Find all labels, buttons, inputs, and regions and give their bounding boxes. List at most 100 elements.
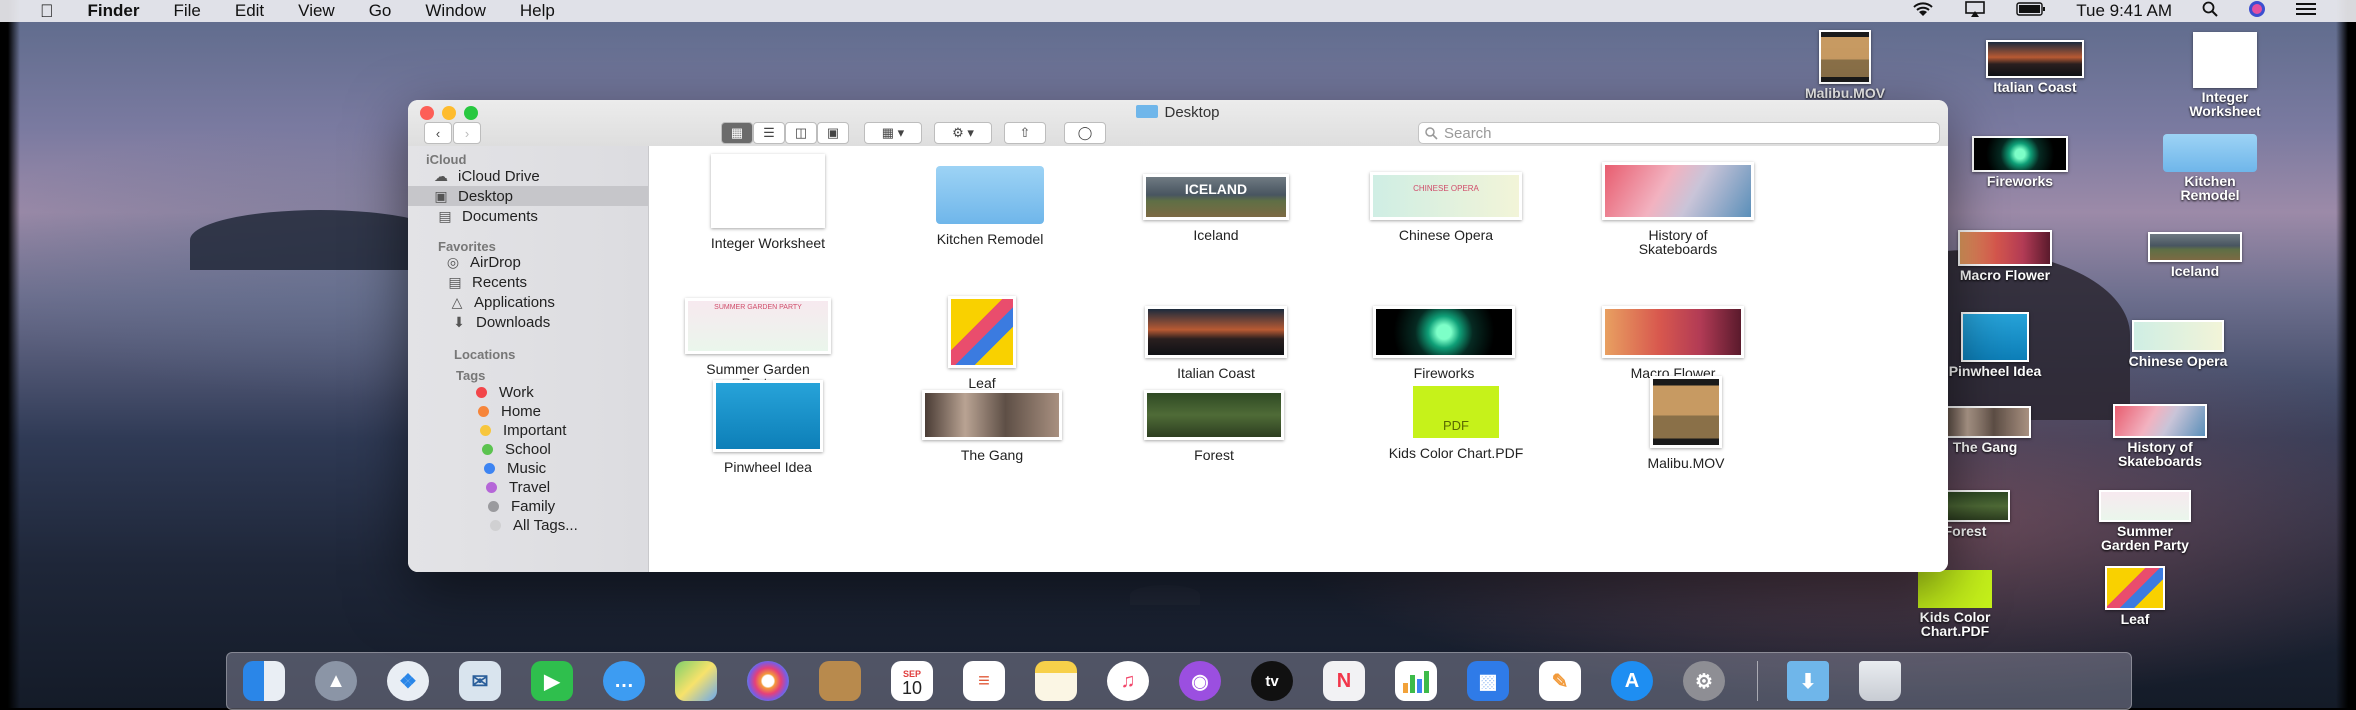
desktop-icon-history-of-skateboards[interactable]: History of Skateboards — [2100, 404, 2220, 468]
menu-edit[interactable]: Edit — [235, 1, 264, 21]
sidebar-item-label: Work — [499, 383, 534, 401]
system-preferences-icon[interactable]: ⚙ — [1683, 661, 1725, 701]
calendar-icon[interactable]: SEP 10 — [891, 661, 933, 701]
facetime-icon[interactable]: ▶ — [531, 661, 573, 701]
contacts-icon[interactable] — [819, 661, 861, 701]
sidebar-item-label: AirDrop — [470, 253, 521, 271]
file-thumbnail — [948, 296, 1016, 368]
sidebar-item-documents[interactable]: ▤ Documents — [408, 206, 648, 226]
desktop-icon-italian-coast[interactable]: Italian Coast — [1975, 40, 2095, 94]
keynote-icon[interactable]: ▩ — [1467, 661, 1509, 701]
mail-icon[interactable]: ✉ — [459, 661, 501, 701]
spotlight-icon[interactable] — [2202, 1, 2218, 22]
file-macro-flower[interactable]: Macro Flower — [1583, 306, 1763, 380]
apple-menu-icon[interactable]:  — [40, 1, 54, 22]
group-button[interactable]: ▦ ▾ — [864, 122, 922, 144]
desktop-icon-summer-garden-party[interactable]: Summer Garden Party — [2085, 490, 2205, 552]
action-gear-icon[interactable]: ⚙ ▾ — [934, 122, 992, 144]
sidebar-tag-work[interactable]: Work — [476, 382, 534, 402]
sidebar-tag-music[interactable]: Music — [484, 458, 546, 478]
forward-button[interactable]: › — [453, 122, 481, 144]
pages-icon[interactable]: ✎ — [1539, 661, 1581, 701]
sidebar-item-applications[interactable]: △ Applications — [448, 292, 555, 312]
desktop-icon-kids-color-chart[interactable]: Kids Color Chart.PDF — [1895, 570, 2015, 638]
notes-icon[interactable] — [1035, 661, 1077, 701]
sidebar-tag-home[interactable]: Home — [478, 401, 541, 421]
file-chinese-opera[interactable]: CHINESE OPERA Chinese Opera — [1356, 172, 1536, 242]
desktop-icon-label: Italian Coast — [1993, 79, 2077, 95]
folder-icon — [2163, 134, 2257, 172]
downloads-folder-icon[interactable]: ⬇ — [1787, 661, 1829, 701]
share-icon[interactable]: ⇧ — [1004, 122, 1046, 144]
sidebar-tag-important[interactable]: Important — [480, 420, 566, 440]
battery-icon[interactable] — [2016, 1, 2046, 21]
desktop-icon-integer-worksheet[interactable]: Integer Worksheet — [2165, 32, 2285, 118]
file-the-gang[interactable]: The Gang — [902, 390, 1082, 462]
notification-center-icon[interactable] — [2296, 1, 2316, 21]
file-fireworks[interactable]: Fireworks — [1354, 306, 1534, 380]
maps-icon[interactable] — [675, 661, 717, 701]
app-store-icon[interactable]: A — [1611, 661, 1653, 701]
file-kids-color-chart-pdf[interactable]: PDF Kids Color Chart.PDF — [1366, 386, 1546, 460]
music-icon[interactable]: ♫ — [1107, 661, 1149, 701]
file-history-of-skateboards[interactable]: History of Skateboards — [1588, 162, 1768, 256]
desktop-icon-pinwheel-idea[interactable]: Pinwheel Idea — [1935, 312, 2055, 378]
desktop-icon-chinese-opera[interactable]: Chinese Opera — [2118, 320, 2238, 368]
sidebar-tag-all-tags[interactable]: All Tags... — [490, 515, 578, 535]
sidebar-tag-family[interactable]: Family — [488, 496, 555, 516]
messages-icon[interactable]: … — [603, 661, 645, 701]
file-integer-worksheet[interactable]: Integer Worksheet — [678, 154, 858, 250]
finder-icon[interactable] — [243, 661, 285, 701]
sidebar-item-label: School — [505, 440, 551, 458]
file-kitchen-remodel[interactable]: Kitchen Remodel — [900, 166, 1080, 246]
clock-icon: ▤ — [448, 274, 462, 290]
desktop-icon-macro-flower[interactable]: Macro Flower — [1945, 230, 2065, 282]
search-field[interactable]: Search — [1418, 122, 1940, 144]
news-icon[interactable]: N — [1323, 661, 1365, 701]
desktop-icon-kitchen-remodel[interactable]: Kitchen Remodel — [2150, 134, 2270, 202]
desktop-icon-fireworks[interactable]: Fireworks — [1960, 136, 2080, 188]
sidebar-item-desktop[interactable]: ▣ Desktop — [408, 186, 648, 206]
menu-help[interactable]: Help — [520, 1, 555, 21]
desktop-icon-leaf[interactable]: Leaf — [2075, 566, 2195, 626]
sidebar-tag-school[interactable]: School — [482, 439, 551, 459]
tag-icon[interactable]: ◯ — [1064, 122, 1106, 144]
menu-app-finder[interactable]: Finder — [88, 1, 140, 21]
menu-file[interactable]: File — [173, 1, 200, 21]
desktop-icon-malibu[interactable]: Malibu.MOV — [1785, 30, 1905, 100]
list-view-button[interactable]: ☰ — [753, 122, 785, 144]
menu-view[interactable]: View — [298, 1, 335, 21]
file-italian-coast[interactable]: Italian Coast — [1126, 306, 1306, 380]
file-summer-garden-party[interactable]: SUMMER GARDEN PARTY Summer Garden Party — [668, 298, 848, 390]
file-malibu-mov[interactable]: Malibu.MOV — [1596, 376, 1776, 470]
file-forest[interactable]: Forest — [1124, 390, 1304, 462]
back-button[interactable]: ‹ — [424, 122, 452, 144]
safari-icon[interactable]: ❖ — [387, 661, 429, 701]
menu-go[interactable]: Go — [369, 1, 392, 21]
numbers-icon[interactable] — [1395, 661, 1437, 701]
file-iceland[interactable]: ICELAND Iceland — [1126, 174, 1306, 242]
file-leaf[interactable]: Leaf — [892, 296, 1072, 390]
podcasts-icon[interactable]: ◉ — [1179, 661, 1221, 701]
trash-icon[interactable] — [1859, 661, 1901, 701]
wifi-icon[interactable] — [1912, 1, 1934, 22]
title-bar[interactable]: Desktop ‹ › ▦ ☰ ◫ ▣ ▦ ▾ ⚙ ▾ ⇧ ◯ Search — [408, 100, 1948, 147]
siri-icon[interactable] — [2248, 0, 2266, 23]
icon-view-button[interactable]: ▦ — [721, 122, 753, 144]
menu-window[interactable]: Window — [425, 1, 485, 21]
airplay-icon[interactable] — [1964, 0, 1986, 22]
sidebar-item-icloud-drive[interactable]: ☁ iCloud Drive — [408, 166, 648, 186]
sidebar-item-airdrop[interactable]: ◎ AirDrop — [444, 252, 521, 272]
menu-clock[interactable]: Tue 9:41 AM — [2076, 1, 2172, 21]
reminders-icon[interactable]: ≡ — [963, 661, 1005, 701]
sidebar-item-recents[interactable]: ▤ Recents — [446, 272, 527, 292]
file-pinwheel-idea[interactable]: Pinwheel Idea — [678, 380, 858, 474]
sidebar-item-downloads[interactable]: ⬇ Downloads — [450, 312, 550, 332]
desktop-icon-iceland[interactable]: Iceland — [2135, 232, 2255, 278]
launchpad-icon[interactable]: ▲ — [315, 661, 357, 701]
gallery-view-button[interactable]: ▣ — [817, 122, 849, 144]
photos-icon[interactable] — [747, 661, 789, 701]
column-view-button[interactable]: ◫ — [785, 122, 817, 144]
sidebar-tag-travel[interactable]: Travel — [486, 477, 550, 497]
apple-tv-icon[interactable]: tv — [1251, 661, 1293, 701]
